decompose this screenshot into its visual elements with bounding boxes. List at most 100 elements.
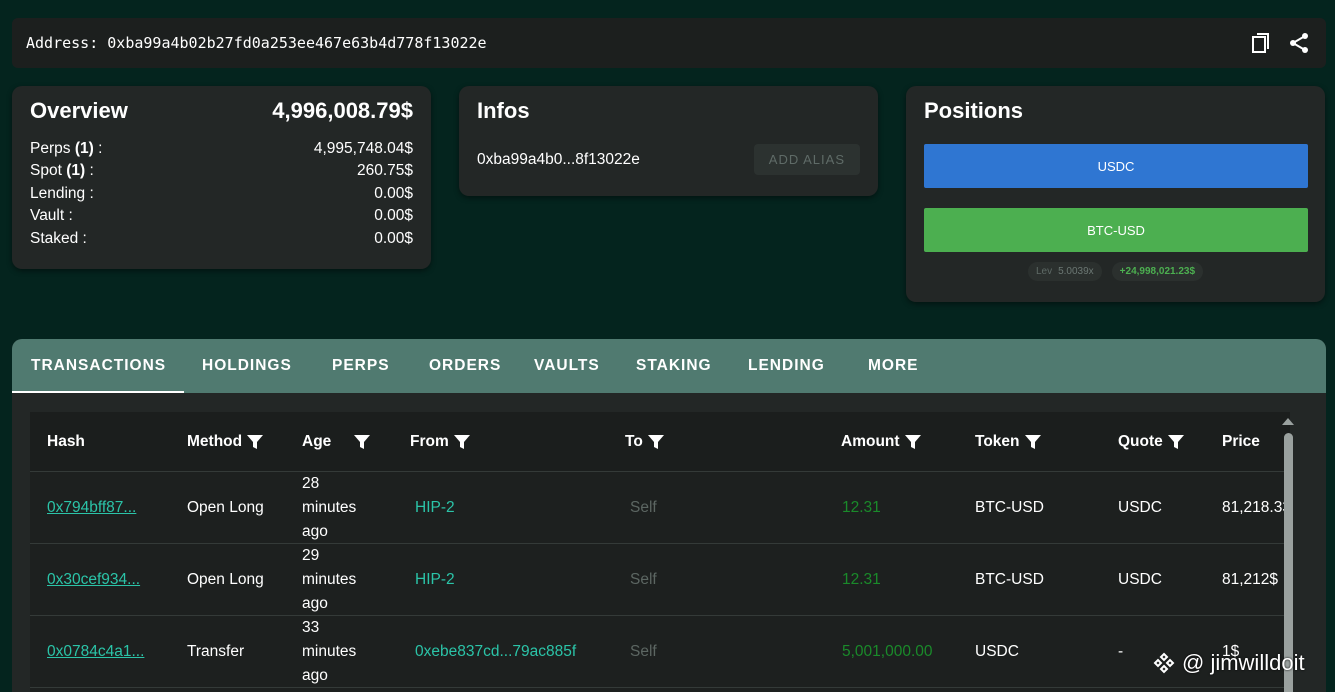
age-number: 29 xyxy=(302,547,320,564)
header-quote: Quote xyxy=(1118,412,1185,472)
filter-icon[interactable] xyxy=(1167,433,1185,451)
table-row: 0x0784c4a1... Transfer 33 minutes ago 0xeb… xyxy=(30,616,1290,688)
to-cell: Self xyxy=(630,571,657,588)
tab-orders[interactable]: ORDERS xyxy=(429,339,501,393)
tab-lending[interactable]: LENDING xyxy=(748,339,825,393)
row-suffix: : xyxy=(85,162,94,180)
quote-cell: USDC xyxy=(1118,571,1162,588)
quote-cell: USDC xyxy=(1118,499,1162,516)
row-label: Perps xyxy=(30,140,71,157)
amount-cell: 12.31 xyxy=(842,571,881,588)
hash-link[interactable]: 0x30cef934... xyxy=(47,571,140,589)
address-label: Address: 0xba99a4b02b27fd0a253ee467e63b4… xyxy=(26,34,487,52)
positions-title: Positions xyxy=(924,98,1024,123)
age-number: 33 xyxy=(302,619,320,636)
share-icon[interactable] xyxy=(1286,30,1312,56)
infos-title: Infos xyxy=(477,98,530,123)
filter-icon[interactable] xyxy=(453,433,471,451)
from-cell[interactable]: 0xebe837cd...79ac885f xyxy=(415,616,576,688)
pnl-chip: +24,998,021.23$ xyxy=(1111,262,1204,281)
header-quote-label: Quote xyxy=(1118,433,1163,450)
table-header: Hash Method Age From To Amount Token Quo… xyxy=(30,412,1290,472)
filter-icon[interactable] xyxy=(904,433,922,451)
header-to: To xyxy=(625,412,665,472)
position-usdc-button[interactable]: USDC xyxy=(924,144,1308,188)
header-to-label: To xyxy=(625,433,643,450)
method-cell: Transfer xyxy=(187,643,245,660)
leverage-label: Lev xyxy=(1035,266,1053,277)
filter-icon[interactable] xyxy=(647,433,665,451)
positions-card: Positions USDC BTC-USD Lev 5.0039x +24,99… xyxy=(906,86,1325,302)
tab-vaults[interactable]: VAULTS xyxy=(534,339,600,393)
header-age-label: Age xyxy=(302,433,332,450)
tab-more[interactable]: MORE xyxy=(868,339,919,393)
hash-link[interactable]: 0x0784c4a1... xyxy=(47,643,144,661)
filter-icon[interactable] xyxy=(246,433,264,451)
row-label: Vault : xyxy=(30,207,73,225)
hash-cell: 0x0784c4a1... xyxy=(47,616,144,688)
filter-icon[interactable] xyxy=(1024,433,1042,451)
header-hash: Hash xyxy=(47,412,85,472)
address-bar: Address: 0xba99a4b02b27fd0a253ee467e63b4… xyxy=(12,18,1326,68)
row-count: (1) xyxy=(74,140,94,157)
copy-icon[interactable] xyxy=(1248,30,1274,56)
from-cell[interactable]: HIP-2 xyxy=(415,472,455,544)
tab-transactions[interactable]: TRANSACTIONS xyxy=(12,339,185,393)
tab-staking[interactable]: STAKING xyxy=(636,339,712,393)
tabs-panel: TRANSACTIONS HOLDINGS PERPS ORDERS VAULT… xyxy=(12,339,1326,692)
hash-link[interactable]: 0x794bff87... xyxy=(47,499,136,517)
amount-cell: 12.31 xyxy=(842,499,881,516)
overview-title: Overview xyxy=(30,98,128,123)
age-suffix: ago xyxy=(302,523,328,540)
header-amount-label: Amount xyxy=(841,433,900,450)
leverage-value: 5.0039x xyxy=(1058,266,1094,277)
header-age: Age xyxy=(302,412,371,472)
infos-card: Infos 0xba99a4b0...8f13022e ADD ALIAS xyxy=(459,86,878,196)
to-cell: Self xyxy=(630,499,657,516)
filter-icon[interactable] xyxy=(353,433,371,451)
header-token: Token xyxy=(975,412,1042,472)
token-cell: BTC-USD xyxy=(975,571,1044,588)
row-value: 0.00$ xyxy=(374,207,413,225)
age-suffix: ago xyxy=(302,667,328,684)
transactions-table: Hash Method Age From To Amount Token Quo… xyxy=(30,412,1290,692)
row-suffix: : xyxy=(93,140,103,157)
scroll-up-icon[interactable] xyxy=(1282,418,1294,425)
short-address: 0xba99a4b0...8f13022e xyxy=(477,150,640,168)
tab-holdings[interactable]: HOLDINGS xyxy=(202,339,292,393)
position-btc-usd-button[interactable]: BTC-USD xyxy=(924,208,1308,252)
row-count: (1) xyxy=(66,162,86,180)
row-value: 0.00$ xyxy=(374,184,413,202)
row-value: 4,995,748.04$ xyxy=(313,140,413,157)
quote-cell: - xyxy=(1118,643,1124,660)
header-method-label: Method xyxy=(187,433,243,450)
add-alias-button[interactable]: ADD ALIAS xyxy=(753,144,860,175)
age-unit: minutes xyxy=(302,571,357,588)
row-label: Spot xyxy=(30,162,62,180)
age-cell: 28 minutes ago xyxy=(302,472,382,544)
age-unit: minutes xyxy=(302,499,357,516)
method-cell: Open Long xyxy=(187,571,264,588)
header-token-label: Token xyxy=(975,433,1020,450)
header-hash-label: Hash xyxy=(47,433,85,450)
leverage-chip: Lev 5.0039x xyxy=(1027,262,1102,281)
header-price: Price xyxy=(1222,412,1260,472)
overview-row-perps: Perps (1) : 4,995,748.04$ xyxy=(30,138,413,160)
tab-bar: TRANSACTIONS HOLDINGS PERPS ORDERS VAULT… xyxy=(12,339,1326,393)
header-from-label: From xyxy=(410,433,449,450)
header-method: Method xyxy=(187,412,264,472)
row-label: Staked : xyxy=(30,229,87,247)
row-label: Lending : xyxy=(30,184,94,202)
tab-perps[interactable]: PERPS xyxy=(332,339,390,393)
header-amount: Amount xyxy=(841,412,922,472)
table-row: 0x30cef934... Open Long 29 minutes ago HIP… xyxy=(30,544,1290,616)
table-row: 0x794bff87... Open Long 28 minutes ago HIP… xyxy=(30,472,1290,544)
age-number: 28 xyxy=(302,475,320,492)
from-cell[interactable]: HIP-2 xyxy=(415,544,455,616)
overview-row-lending: Lending : 0.00$ xyxy=(30,183,413,205)
token-cell: USDC xyxy=(975,643,1019,660)
overview-row-spot: Spot (1) : 260.75$ xyxy=(30,160,413,182)
to-cell: Self xyxy=(630,643,657,660)
overview-card: Overview 4,996,008.79$ Perps (1) : 4,995… xyxy=(12,86,431,269)
overview-row-vault: Vault : 0.00$ xyxy=(30,205,413,227)
